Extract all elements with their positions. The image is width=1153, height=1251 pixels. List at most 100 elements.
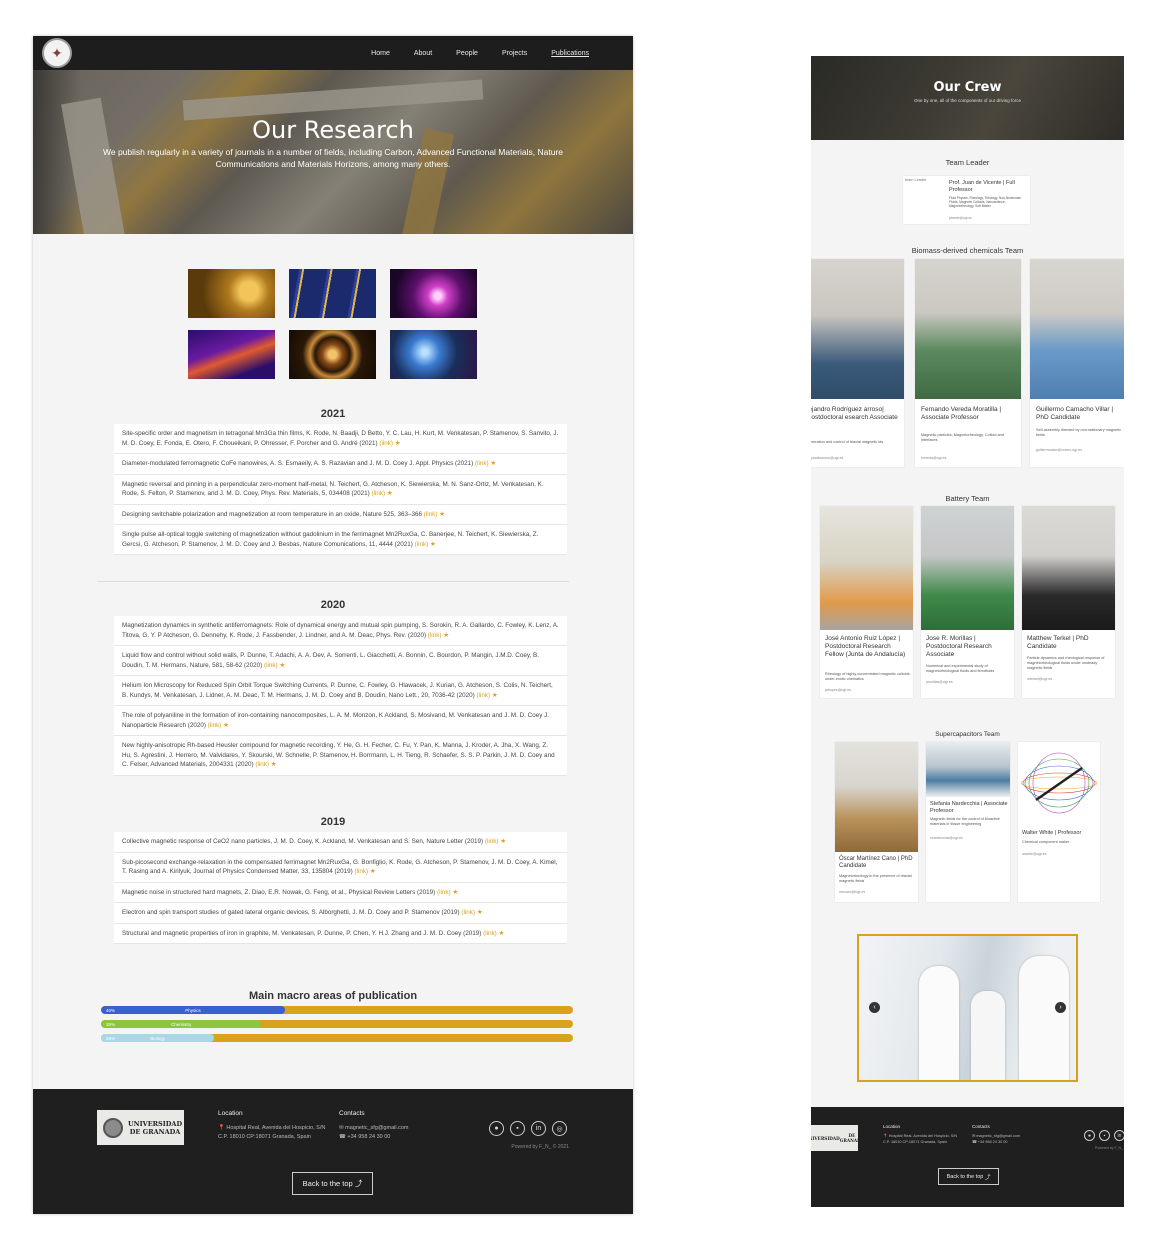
member-email[interactable]: snardecchia@ugr.es (930, 836, 963, 840)
lab-photo-carousel[interactable]: ‹ › (857, 934, 1078, 1082)
instagram-icon[interactable]: ◎ (552, 1121, 567, 1136)
nav-projects[interactable]: Projects (490, 50, 539, 57)
member-card: José Antonio Ruiz López | Postdoctoral R… (820, 506, 913, 698)
location-heading: Location (218, 1110, 243, 1117)
publication-link[interactable]: (link) (379, 440, 393, 447)
member-description: Magnetic fields for the control of bioac… (930, 817, 1000, 826)
github-icon[interactable]: ● (489, 1121, 504, 1136)
publications-page: ✦ Home About People Projects Publication… (33, 36, 633, 1214)
publication-item: Magnetization dynamics in synthetic anti… (114, 616, 567, 646)
member-name: Jose R. Morillas | Postdoctoral Research… (926, 635, 992, 658)
member-email[interactable]: jmorillas@ugr.es (926, 680, 953, 684)
progress-label: Chemistry (171, 1021, 192, 1027)
publication-link[interactable]: (link) (428, 632, 442, 639)
member-name: Stefania Nardecchia | Associate Professo… (930, 801, 1008, 814)
broken-image-icon: team Leader (905, 178, 927, 182)
star-icon: ★ (369, 868, 376, 875)
crew-title: Our Crew (933, 80, 1002, 95)
contact-email[interactable]: ✉ magnetic_sfg@gmail.com (339, 1124, 409, 1133)
progress-fill: 40% Physics (101, 1006, 286, 1014)
publication-link[interactable]: (link) (255, 761, 269, 768)
nav-home[interactable]: Home (359, 50, 402, 57)
university-seal-icon (103, 1117, 123, 1138)
nav-people[interactable]: People (444, 50, 490, 57)
member-email[interactable]: fvereda@ugr.es (921, 456, 946, 460)
carousel-prev-button[interactable]: ‹ (869, 1002, 880, 1013)
back-to-top-button[interactable]: Back to the top ⤴ (292, 1172, 373, 1195)
star-icon: ★ (394, 439, 401, 447)
publication-item: Sub-picosecond exchange-relaxation in th… (114, 852, 567, 883)
github-icon[interactable]: ● (1084, 1130, 1095, 1141)
publication-link[interactable]: (link) (371, 490, 385, 497)
twitter-icon[interactable]: ▪ (510, 1121, 525, 1136)
magnetic-field-illustration (1018, 742, 1100, 824)
member-email[interactable]: yautbarroso@ugr.es (811, 456, 843, 460)
twitter-icon[interactable]: ▪ (1099, 1130, 1110, 1141)
publication-link[interactable]: (link) (437, 889, 451, 896)
university-logo[interactable]: UNIVERSIDADDE GRANADA (97, 1110, 184, 1145)
university-logo[interactable]: UNIVERSIDADDE GRANADA (811, 1125, 864, 1151)
publication-text: Magnetization dynamics in synthetic anti… (122, 622, 559, 639)
publication-link[interactable]: (link) (475, 460, 489, 467)
contact-email[interactable]: ✉ magnetic_sfg@gmail.com (972, 1134, 1020, 1140)
linkedin-icon[interactable]: in (1114, 1130, 1124, 1141)
lab-logo-icon[interactable]: ✦ (42, 38, 72, 68)
publication-link[interactable]: (link) (476, 692, 490, 699)
star-icon: ★ (279, 661, 286, 669)
member-email[interactable]: jvicente@ugr.es (949, 216, 972, 220)
publication-link[interactable]: (link) (485, 838, 499, 845)
publication-item: Liquid flow and control without solid wa… (114, 646, 567, 676)
member-description: Self-assembly directed by non-stationary… (1036, 428, 1122, 437)
publication-link[interactable]: (link) (415, 541, 429, 548)
nav-publications[interactable]: Publications (539, 50, 601, 57)
publication-text: Electron and spin transport studies of g… (122, 909, 460, 916)
publication-link[interactable]: (link) (208, 722, 222, 729)
star-icon: ★ (270, 761, 277, 768)
research-image-blue-waves (289, 269, 376, 318)
contact-phone[interactable]: ☎ +34 958 24 30 00 (972, 1140, 1007, 1146)
publication-link[interactable]: (link) (354, 868, 368, 875)
publication-item: Collective magnetic response of CeO2 nan… (114, 832, 567, 853)
member-photo (811, 259, 904, 399)
university-name-line: DE GRANADA (129, 1127, 181, 1136)
progress-bar-biology: 25% Biology (101, 1034, 573, 1042)
publication-text: Designing switchable polarization and ma… (122, 510, 422, 518)
star-icon: ★ (491, 691, 498, 699)
star-icon: ★ (498, 929, 505, 937)
publication-link[interactable]: (link) (264, 662, 278, 669)
publication-link[interactable]: (link) (461, 909, 475, 916)
hero-banner: Our Research We publish regularly in a v… (33, 70, 633, 234)
publication-text: Structural and magnetic properties of ir… (122, 929, 482, 937)
research-image-purple-light (390, 269, 477, 318)
field-lines-graphic (1020, 752, 1098, 814)
team-leader-card: team Leader Prof. Juan de Vicente | Full… (903, 176, 1030, 224)
member-email[interactable]: guillermocam@correo.ugr.es (1036, 448, 1082, 452)
member-photo (1030, 259, 1124, 399)
publication-link[interactable]: (link) (424, 511, 438, 518)
publication-text: Diameter-modulated ferromagnetic CoFe na… (122, 460, 474, 467)
arrow-up-icon: ⤴ (984, 1174, 991, 1181)
member-email[interactable]: jarlopez@ugr.es (825, 688, 851, 692)
member-email[interactable]: mterkel@ugr.es (1027, 677, 1052, 681)
email-text: magnetic_sfg@gmail.com (976, 1134, 1020, 1138)
member-email[interactable]: omcano@ugr.es (839, 890, 865, 894)
linkedin-icon[interactable]: in (531, 1121, 546, 1136)
member-email[interactable]: wwhite@ugr.es (1022, 852, 1046, 856)
nav-links: Home About People Projects Publications (359, 36, 601, 70)
carousel-next-button[interactable]: › (1055, 1002, 1066, 1013)
macro-areas-title: Main macro areas of publication (248, 990, 418, 1002)
email-text: magnetic_sfg@gmail.com (345, 1125, 409, 1131)
contact-phone[interactable]: ☎ +34 958 24 30 00 (339, 1133, 390, 1142)
arrow-up-icon: ⤴ (354, 1179, 363, 1188)
publication-item: Diameter-modulated ferromagnetic CoFe na… (114, 454, 567, 475)
star-icon: ★ (439, 510, 445, 518)
powered-by: Powered by F_N_ © 2021 (511, 1144, 569, 1150)
member-description: Particle dynamics and rheological respon… (1027, 656, 1105, 670)
publication-link[interactable]: (link) (483, 930, 497, 937)
publication-text: Collective magnetic response of CeO2 nan… (122, 838, 484, 845)
publication-item: New highly-anisotropic Rh-based Heusler … (114, 736, 567, 776)
nav-about[interactable]: About (402, 50, 444, 57)
member-description: Fluid Physics, Rheology, Tribology, Non-… (949, 196, 1021, 208)
back-to-top-button[interactable]: Back to the top ⤴ (938, 1168, 999, 1185)
member-description: Rheology of highly-concentrated magnetic… (825, 672, 910, 681)
